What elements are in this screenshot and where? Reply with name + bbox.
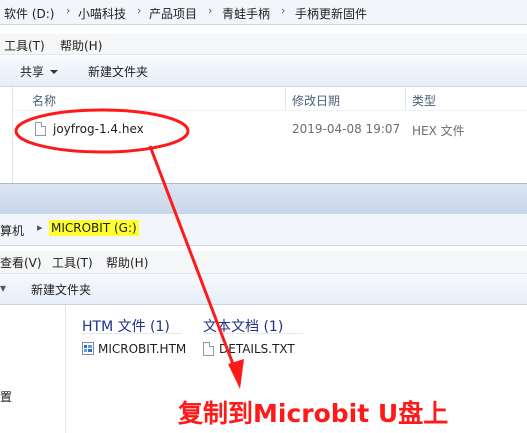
annotation-overlay <box>14 108 244 389</box>
annotation-arrow-head <box>228 359 244 389</box>
annotation-arrow-shaft <box>148 145 238 373</box>
highlight-ellipse <box>14 108 190 154</box>
annotation-text: 复制到Microbit U盘上 <box>178 399 449 428</box>
